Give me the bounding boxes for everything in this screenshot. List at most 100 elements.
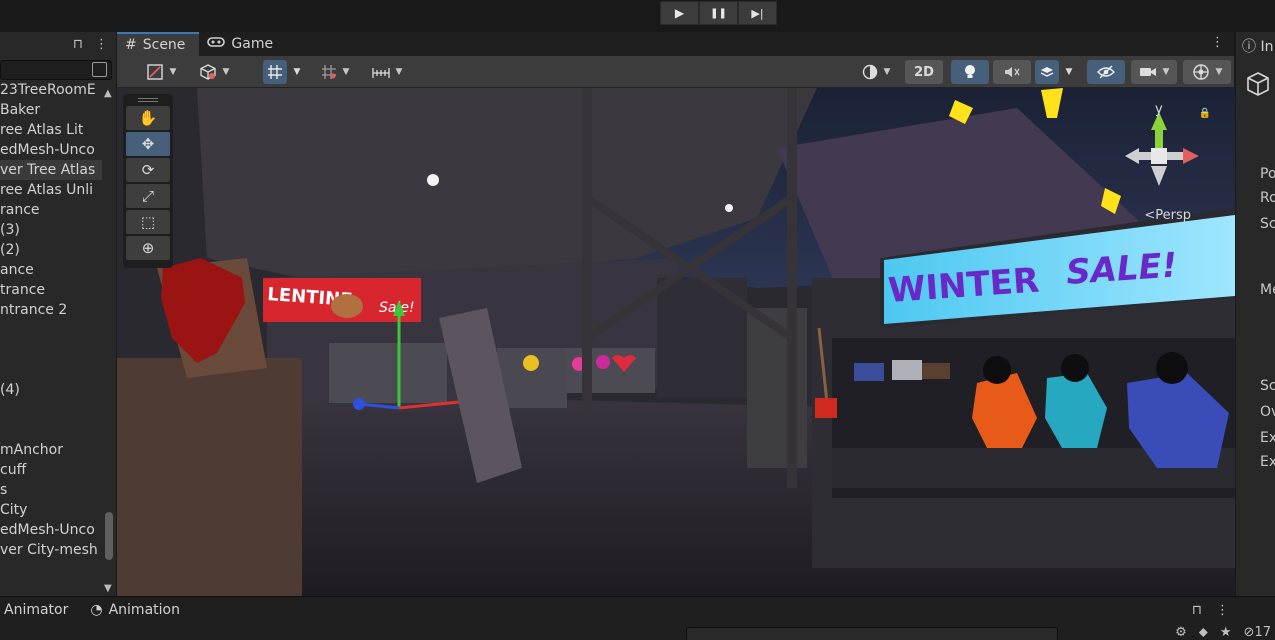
hierarchy-list: 23TreeRoomE Baker ree Atlas Lit edMesh-Unc…	[0, 80, 102, 560]
gizmo-globe-icon	[1192, 64, 1209, 80]
increment-snap-icon	[321, 65, 336, 79]
scroll-up-icon[interactable]: ▲	[104, 88, 112, 99]
increment-snap-dropdown[interactable]: ▼	[315, 60, 355, 84]
scroll-down-icon[interactable]: ▼	[104, 583, 112, 594]
drag-handle[interactable]	[138, 98, 158, 102]
inspector-scale-label: Sc	[1260, 216, 1275, 232]
hierarchy-search-input[interactable]	[0, 60, 112, 80]
animator-tab-label: Animator	[4, 602, 69, 618]
rotate-tool-button[interactable]: ⟳	[126, 158, 170, 182]
gizmo-lock-icon[interactable]: 🔒	[1199, 108, 1211, 119]
tab-inspector[interactable]: ⓘ In	[1242, 36, 1273, 56]
grid-snap-toggle[interactable]	[263, 60, 287, 84]
hierarchy-item[interactable]: mAnchor	[0, 440, 102, 460]
layers-effects-icon	[1040, 67, 1054, 77]
lock-icon[interactable]: ⊓	[1192, 603, 1202, 618]
hierarchy-item[interactable]: (2)	[0, 240, 102, 260]
hierarchy-item[interactable]	[0, 420, 102, 440]
gizmos-dropdown[interactable]: ▼	[1183, 60, 1231, 84]
hierarchy-item[interactable]: trance	[0, 280, 102, 300]
hierarchy-item[interactable]: City	[0, 500, 102, 520]
hierarchy-scrollbar[interactable]: ▲ ▼	[102, 84, 116, 596]
effects-toggle[interactable]	[1035, 60, 1059, 84]
play-button[interactable]: ▶	[660, 1, 699, 25]
object-cube-icon	[1244, 70, 1272, 102]
tab-scene[interactable]: # Scene	[117, 32, 200, 56]
camera-icon	[1139, 68, 1156, 76]
gizmo-y-label: y	[1155, 102, 1163, 117]
grid-snap-icon	[268, 65, 282, 79]
pause-button[interactable]: ❚❚	[699, 1, 738, 25]
hierarchy-item[interactable]: ree Atlas Unli	[0, 180, 102, 200]
grid-snap-dropdown[interactable]: ▼	[288, 60, 306, 84]
hidden-count-value: 17	[1254, 625, 1271, 640]
hierarchy-item[interactable]: rance	[0, 200, 102, 220]
scale-tool-button[interactable]: ⤢	[126, 184, 170, 208]
audio-toggle[interactable]	[993, 60, 1031, 84]
hand-tool-button[interactable]: ✋	[126, 106, 170, 130]
draw-mode-icon	[146, 64, 163, 80]
more-menu-icon[interactable]: ⋮	[95, 37, 108, 52]
hierarchy-item[interactable]: s	[0, 480, 102, 500]
ruler-snap-dropdown[interactable]: ▼	[363, 60, 411, 84]
hierarchy-item[interactable]	[0, 360, 102, 380]
effects-dropdown[interactable]: ▼	[1060, 60, 1078, 84]
hierarchy-panel: ⊓ ⋮ 23TreeRoomE Baker ree Atlas Lit edMesh…	[0, 32, 116, 596]
hierarchy-item[interactable]: cuff	[0, 460, 102, 480]
hierarchy-item[interactable]: ntrance 2	[0, 300, 102, 320]
tag-icon[interactable]: ⬥	[1199, 625, 1208, 640]
hierarchy-item[interactable]: ver City-mesh	[0, 540, 102, 560]
hierarchy-item[interactable]: 23TreeRoomE	[0, 80, 102, 100]
search-settings-icon[interactable]: ⚙	[1175, 625, 1187, 640]
render-mode-dropdown[interactable]: ▼	[851, 60, 901, 84]
rect-tool-button[interactable]: ⬚	[126, 210, 170, 234]
tab-game[interactable]: Game	[199, 32, 287, 56]
more-menu-icon[interactable]: ⋮	[1216, 603, 1229, 618]
chevron-down-icon: ▼	[293, 67, 301, 77]
hierarchy-item[interactable]: ree Atlas Lit	[0, 120, 102, 140]
hierarchy-item[interactable]: (4)	[0, 380, 102, 400]
draw-mode-dropdown[interactable]: ▼	[137, 60, 185, 84]
step-icon: ▶|	[751, 6, 764, 20]
lighting-toggle[interactable]	[951, 60, 989, 84]
hierarchy-header: ⊓ ⋮	[0, 32, 116, 56]
bottom-search-input[interactable]	[686, 627, 1058, 640]
star-icon[interactable]: ★	[1220, 625, 1232, 640]
hierarchy-item[interactable]: ver Tree Atlas	[0, 160, 102, 180]
hierarchy-item[interactable]: (3)	[0, 220, 102, 240]
transform-tool-button[interactable]: ⊕	[126, 236, 170, 260]
cube-outline-icon	[199, 64, 216, 80]
move-tool-button[interactable]: ✥	[126, 132, 170, 156]
lock-icon[interactable]: ⊓	[73, 37, 83, 52]
inspector-extra-label-2: Ex	[1260, 454, 1275, 470]
play-controls: ▶ ❚❚ ▶|	[660, 1, 777, 25]
orientation-gizmo[interactable]: y	[1109, 102, 1219, 222]
hierarchy-item[interactable]	[0, 320, 102, 340]
hierarchy-item[interactable]: edMesh-Unco	[0, 520, 102, 540]
camera-dropdown[interactable]: ▼	[1131, 60, 1177, 84]
hidden-count[interactable]: ⊘17	[1244, 625, 1271, 640]
tab-animator[interactable]: Animator	[0, 597, 86, 623]
lightbulb-icon	[965, 65, 975, 78]
scene-viewport[interactable]: LENTINE Sale!	[117, 88, 1235, 596]
scene-visibility-toggle[interactable]	[1087, 60, 1125, 84]
search-options-icon[interactable]	[92, 62, 107, 77]
hierarchy-item[interactable]: Baker	[0, 100, 102, 120]
hierarchy-item[interactable]: ance	[0, 260, 102, 280]
step-button[interactable]: ▶|	[738, 1, 777, 25]
chevron-down-icon: ▼	[395, 67, 403, 77]
hierarchy-item[interactable]	[0, 400, 102, 420]
scene-toolbar: ▼ ▼ ▼ ▼ ▼ ▼ 2D ▼ ▼ ▼	[117, 56, 1234, 88]
inspector-script-label: Sc	[1260, 378, 1275, 394]
tab-scene-label: Scene	[142, 37, 186, 53]
shading-dropdown[interactable]: ▼	[191, 60, 237, 84]
projection-label[interactable]: <Persp	[1144, 208, 1191, 223]
hierarchy-item[interactable]	[0, 340, 102, 360]
play-icon: ▶	[674, 6, 685, 20]
inspector-position-label: Po	[1260, 166, 1275, 182]
scrollbar-thumb[interactable]	[105, 512, 113, 560]
tab-animation[interactable]: ◔ Animation	[86, 597, 198, 623]
mode-2d-toggle[interactable]: 2D	[905, 60, 943, 84]
hierarchy-item[interactable]: edMesh-Unco	[0, 140, 102, 160]
more-menu-icon[interactable]: ⋮	[1211, 35, 1224, 50]
